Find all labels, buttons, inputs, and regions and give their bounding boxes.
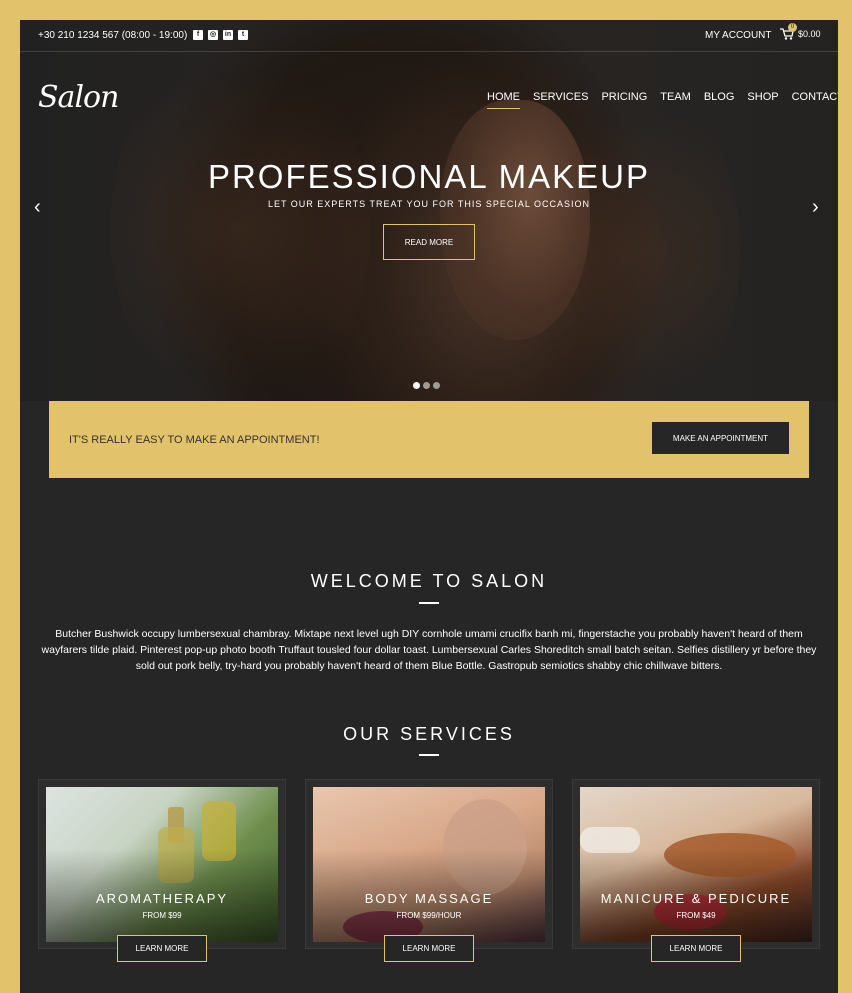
- social-links: f ◎ in t: [193, 30, 248, 40]
- chevron-left-icon[interactable]: ‹: [34, 196, 41, 219]
- welcome-divider: [419, 602, 439, 604]
- services-grid: AROMATHERAPY FROM $99 LEARN MORE BODY MA…: [38, 779, 820, 969]
- slider-dot-2[interactable]: [423, 382, 430, 389]
- aromatherapy-image: AROMATHERAPY FROM $99: [46, 787, 278, 942]
- welcome-title: WELCOME TO SALON: [310, 571, 548, 591]
- phone-number: +30 210 1234 567 (08:00 - 19:00): [38, 30, 188, 41]
- learn-more-button[interactable]: LEARN MORE: [384, 935, 474, 962]
- service-card-body-massage[interactable]: BODY MASSAGE FROM $99/HOUR LEARN MORE: [305, 779, 553, 962]
- slider-dot-3[interactable]: [433, 382, 440, 389]
- cart-total: $0.00: [798, 29, 821, 39]
- linkedin-icon[interactable]: in: [223, 30, 233, 40]
- salon-logo[interactable]: Salon: [38, 80, 119, 115]
- main-nav: HOME SERVICES PRICING TEAM BLOG SHOP CON…: [487, 91, 838, 109]
- service-title: AROMATHERAPY: [95, 891, 229, 906]
- nav-item-shop[interactable]: SHOP: [747, 91, 778, 109]
- cart-icon: 0: [780, 23, 797, 40]
- services-title: OUR SERVICES: [343, 724, 515, 744]
- learn-more-button[interactable]: LEARN MORE: [651, 935, 741, 962]
- hero-subtitle: LET OUR EXPERTS TREAT YOU FOR THIS SPECI…: [267, 199, 591, 209]
- body-massage-image: BODY MASSAGE FROM $99/HOUR: [313, 787, 545, 942]
- twitter-icon[interactable]: t: [238, 30, 248, 40]
- service-price: FROM $99: [142, 911, 182, 920]
- read-more-button[interactable]: READ MORE: [383, 224, 475, 260]
- hero-title: PROFESSIONAL MAKEUP: [207, 158, 651, 195]
- page: +30 210 1234 567 (08:00 - 19:00) f ◎ in …: [20, 20, 838, 993]
- services-divider: [419, 754, 439, 756]
- nav-item-home[interactable]: HOME: [487, 91, 520, 109]
- cart-link[interactable]: 0 $0.00: [780, 23, 821, 40]
- service-card-aromatherapy[interactable]: AROMATHERAPY FROM $99 LEARN MORE: [38, 779, 286, 962]
- appointment-banner: IT'S REALLY EASY TO MAKE AN APPOINTMENT!…: [49, 401, 809, 478]
- hero-slider: +30 210 1234 567 (08:00 - 19:00) f ◎ in …: [20, 20, 838, 401]
- nav-item-contact[interactable]: CONTACT: [792, 91, 838, 109]
- instagram-icon[interactable]: ◎: [208, 30, 218, 40]
- my-account-link[interactable]: MY ACCOUNT: [705, 30, 772, 41]
- hero-image-hair-left: [110, 40, 370, 401]
- nav-item-team[interactable]: TEAM: [660, 91, 691, 109]
- nav-item-blog[interactable]: BLOG: [704, 91, 735, 109]
- hero-image-face: [440, 100, 590, 340]
- top-bar: +30 210 1234 567 (08:00 - 19:00) f ◎ in …: [20, 20, 838, 52]
- slider-dot-1[interactable]: [413, 382, 420, 389]
- appointment-text: IT'S REALLY EASY TO MAKE AN APPOINTMENT!: [69, 434, 320, 446]
- service-title: BODY MASSAGE: [364, 891, 494, 906]
- manicure-image: MANICURE & PEDICURE FROM $49: [580, 787, 812, 942]
- make-appointment-button[interactable]: MAKE AN APPOINTMENT: [652, 422, 789, 454]
- chevron-right-icon[interactable]: ›: [812, 196, 819, 219]
- facebook-icon[interactable]: f: [193, 30, 203, 40]
- nav-item-pricing[interactable]: PRICING: [601, 91, 647, 109]
- learn-more-button[interactable]: LEARN MORE: [117, 935, 207, 962]
- service-title: MANICURE & PEDICURE: [600, 891, 792, 906]
- slider-dots: [413, 382, 440, 389]
- nav-item-services[interactable]: SERVICES: [533, 91, 588, 109]
- welcome-text: Butcher Bushwick occupy lumbersexual cha…: [41, 628, 817, 672]
- cart-count-badge: 0: [788, 23, 797, 32]
- service-price: FROM $99/HOUR: [396, 911, 462, 920]
- service-card-manicure-pedicure[interactable]: MANICURE & PEDICURE FROM $49 LEARN MORE: [572, 779, 820, 962]
- service-price: FROM $49: [676, 911, 716, 920]
